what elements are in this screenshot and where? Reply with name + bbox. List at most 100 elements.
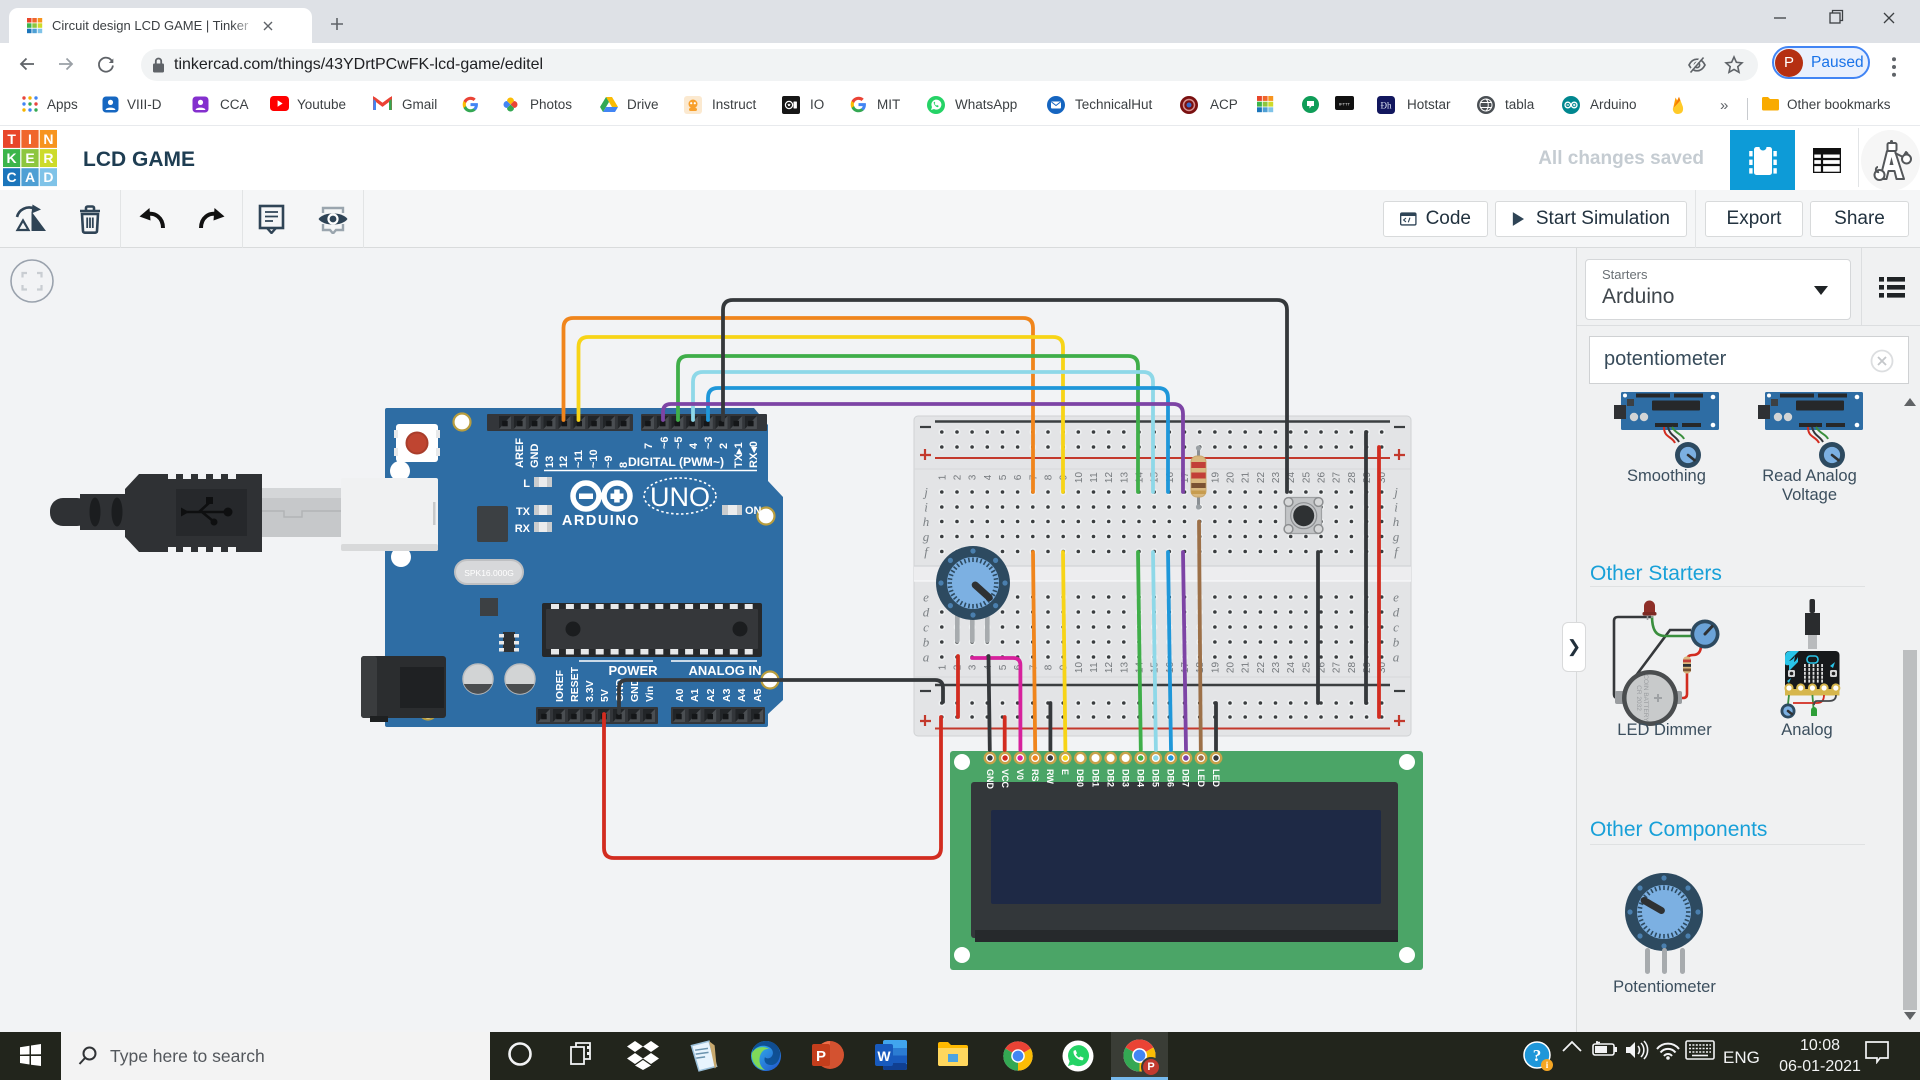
svg-text:28: 28: [1347, 472, 1358, 484]
svg-text:LED: LED: [1196, 769, 1206, 788]
svg-text:TX: TX: [516, 506, 531, 518]
svg-text:1: 1: [937, 474, 948, 480]
svg-text:22: 22: [1256, 472, 1267, 484]
svg-text:RW: RW: [1045, 769, 1055, 784]
svg-text:DB5: DB5: [1151, 769, 1161, 787]
svg-text:W: W: [877, 1048, 891, 1064]
svg-text:4: 4: [688, 442, 700, 449]
svg-text:DB4: DB4: [1136, 769, 1146, 787]
svg-text:~10: ~10: [588, 449, 600, 468]
svg-text:N: N: [43, 131, 53, 147]
svg-text:AREF: AREF: [514, 438, 526, 468]
svg-text:D: D: [43, 169, 53, 185]
svg-text:~6: ~6: [659, 436, 671, 449]
svg-text:A1: A1: [689, 688, 701, 702]
svg-text:e: e: [923, 590, 929, 605]
svg-text:CR 2032: CR 2032: [1635, 685, 1642, 711]
svg-text:c: c: [1393, 620, 1399, 635]
svg-text:6: 6: [1013, 474, 1024, 480]
svg-text:b: b: [923, 635, 930, 650]
svg-text:IOREF: IOREF: [554, 669, 566, 702]
svg-text:11: 11: [1089, 472, 1100, 483]
svg-text:3: 3: [968, 664, 979, 670]
svg-text:RESET: RESET: [569, 666, 581, 702]
svg-text:23: 23: [1271, 472, 1282, 484]
svg-text:19: 19: [1210, 662, 1221, 674]
svg-text:5: 5: [998, 664, 1009, 670]
svg-text:ARDUINO: ARDUINO: [562, 513, 640, 529]
svg-text:28: 28: [1347, 662, 1358, 674]
svg-text:2: 2: [718, 443, 730, 449]
svg-text:~11: ~11: [573, 450, 585, 468]
svg-text:23: 23: [1271, 662, 1282, 674]
svg-text:11: 11: [1089, 662, 1100, 673]
svg-text:a: a: [923, 650, 930, 665]
svg-text:25: 25: [1301, 472, 1312, 484]
svg-text:g: g: [923, 529, 930, 544]
svg-text:8: 8: [1044, 664, 1055, 670]
svg-text:Vin: Vin: [644, 686, 656, 702]
svg-text:SPK16.000G: SPK16.000G: [464, 568, 514, 578]
svg-text:ANALOG IN: ANALOG IN: [689, 663, 762, 678]
svg-text:22: 22: [1256, 662, 1267, 674]
svg-text:24: 24: [1286, 662, 1297, 674]
svg-text:12: 12: [558, 456, 570, 468]
svg-text:V0: V0: [1015, 769, 1025, 780]
svg-text:L: L: [523, 478, 530, 490]
svg-text:d: d: [923, 605, 930, 620]
svg-text:POWER: POWER: [608, 663, 658, 678]
svg-text:10: 10: [1074, 472, 1085, 484]
svg-text:LED: LED: [1211, 769, 1221, 788]
svg-text:T: T: [7, 131, 16, 147]
svg-text:b: b: [1393, 635, 1400, 650]
svg-text:DB0: DB0: [1075, 769, 1085, 787]
svg-text:GND: GND: [985, 769, 995, 790]
svg-text:~3: ~3: [703, 436, 715, 449]
svg-text:IFTTT: IFTTT: [1339, 102, 1350, 107]
svg-text:8: 8: [1044, 474, 1055, 480]
svg-text:5V: 5V: [599, 689, 611, 702]
svg-text:A5: A5: [752, 688, 764, 702]
svg-text:DB3: DB3: [1120, 769, 1130, 787]
svg-text:e: e: [1393, 590, 1399, 605]
svg-text:DB7: DB7: [1181, 769, 1191, 787]
svg-text:13: 13: [544, 456, 556, 468]
svg-text:TX▸1: TX▸1: [733, 442, 745, 468]
svg-text:3.3V: 3.3V: [584, 680, 596, 702]
svg-text:21: 21: [1241, 472, 1252, 484]
svg-text:A2: A2: [705, 688, 717, 702]
svg-text:d: d: [1393, 605, 1400, 620]
svg-text:13: 13: [1119, 472, 1130, 484]
svg-text:h: h: [923, 514, 930, 529]
svg-text:21: 21: [1241, 662, 1252, 674]
svg-text:i: i: [924, 500, 928, 515]
svg-text:P: P: [816, 1048, 826, 1065]
svg-text:COIN BATTERY: COIN BATTERY: [1642, 674, 1649, 722]
svg-text:ON: ON: [745, 505, 762, 517]
svg-text:13: 13: [1119, 662, 1130, 674]
svg-text:26: 26: [1317, 472, 1328, 484]
svg-text:12: 12: [1104, 662, 1115, 674]
svg-text:E: E: [25, 150, 34, 166]
svg-text:27: 27: [1332, 472, 1343, 484]
svg-text:A0: A0: [674, 688, 686, 702]
svg-text:g: g: [1393, 529, 1400, 544]
svg-text:VCC: VCC: [1000, 769, 1010, 789]
svg-text:20: 20: [1226, 472, 1237, 484]
svg-text:4: 4: [983, 474, 994, 480]
svg-text:DB1: DB1: [1090, 769, 1100, 787]
svg-text:UNO: UNO: [650, 482, 710, 512]
svg-text:Ðh: Ðh: [1381, 101, 1392, 111]
svg-text:R: R: [43, 150, 53, 166]
svg-text:A4: A4: [736, 688, 748, 702]
svg-text:c: c: [923, 620, 929, 635]
svg-text:DB2: DB2: [1105, 769, 1115, 787]
svg-text:?: ?: [1533, 1046, 1542, 1065]
svg-text:25: 25: [1301, 662, 1312, 674]
svg-text:E: E: [1060, 769, 1070, 775]
svg-text:GND: GND: [529, 444, 541, 469]
svg-text:K: K: [7, 150, 17, 166]
svg-text:RX◂0: RX◂0: [748, 441, 760, 468]
svg-text:1: 1: [937, 664, 948, 670]
svg-text:RX: RX: [515, 523, 531, 535]
